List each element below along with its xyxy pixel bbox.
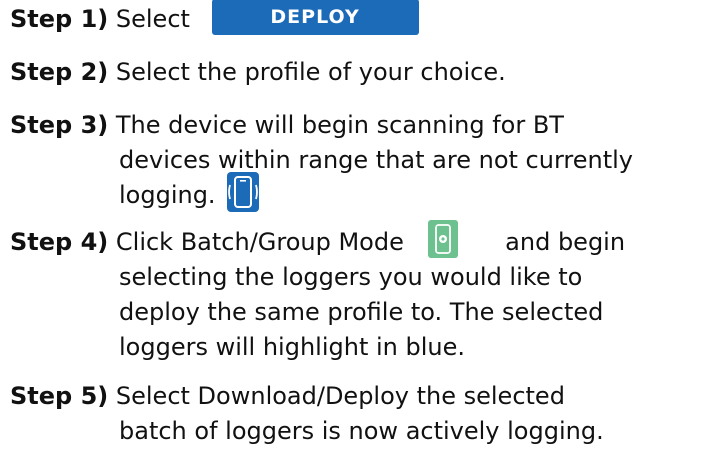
step-4-line-3: deploy the same profile to. The selected: [119, 298, 604, 326]
step-4-line-1: Click Batch/Group Mode: [115, 228, 404, 256]
step-5-label: Step 5): [10, 382, 109, 410]
step-4: Step 4) Click Batch/Group Mode and begin…: [10, 220, 626, 365]
step-3-line-2: devices within range that are not curren…: [119, 146, 633, 174]
step-1-text: Select: [115, 5, 190, 33]
deploy-button[interactable]: DEPLOY: [211, 0, 419, 35]
bluetooth-device-icon[interactable]: [227, 172, 260, 212]
step-3-label: Step 3): [10, 111, 109, 139]
batch-mode-icon[interactable]: [427, 220, 458, 258]
step-3-line-1: The device will begin scanning for BT: [115, 111, 564, 139]
step-3: Step 3) The device will begin scanning f…: [10, 108, 633, 213]
step-2-text: Select the profile of your choice.: [115, 58, 506, 86]
step-2-label: Step 2): [10, 58, 109, 86]
step-5: Step 5) Select Download/Deploy the selec…: [10, 379, 604, 449]
step-4-line-2: selecting the loggers you would like to: [119, 263, 583, 291]
step-2: Step 2) Select the profile of your choic…: [10, 55, 506, 90]
step-5-line-2: batch of loggers is now actively logging…: [119, 417, 604, 445]
step-1-label: Step 1): [10, 5, 109, 33]
step-5-line-1: Select Download/Deploy the selected: [115, 382, 565, 410]
step-3-line-3: logging.: [119, 181, 216, 209]
step-4-line-4: loggers will highlight in blue.: [119, 333, 466, 361]
step-4-label: Step 4): [10, 228, 109, 256]
step-4-line-1b: and begin: [505, 228, 626, 256]
step-1: Step 1) Select DEPLOY: [10, 0, 419, 37]
